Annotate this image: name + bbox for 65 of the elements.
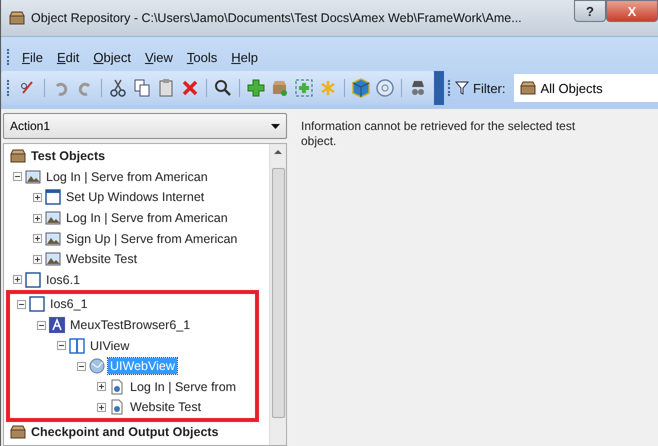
tree-item[interactable]: Website Test [128, 399, 204, 416]
info-message: Information cannot be retrieved for the selected test object. [301, 119, 576, 149]
menu-item[interactable]: View [138, 48, 179, 66]
tree-item[interactable]: Log In | Serve from [128, 378, 238, 395]
help-button[interactable]: ? [574, 0, 606, 22]
tree-item[interactable]: MeuxTestBrowser6_1 [68, 317, 192, 334]
app-icon [49, 317, 65, 334]
delete-icon[interactable] [180, 78, 200, 98]
cube-icon[interactable] [351, 78, 371, 98]
document-icon [109, 378, 125, 395]
image-icon [45, 230, 61, 247]
tree-item[interactable]: Log In | Serve from American [44, 168, 210, 185]
expand-icon[interactable] [13, 275, 22, 284]
repository-icon [10, 149, 26, 164]
menu-item[interactable]: Help [225, 48, 264, 66]
window-title: Object Repository - C:\Users\Jamo\Documents\Test Docs\Amex Web\FrameWork\Ame... [31, 11, 523, 25]
filter-icon [455, 81, 469, 95]
cut-icon[interactable] [108, 78, 128, 98]
collapse-icon[interactable] [13, 172, 22, 182]
tree-item[interactable]: Log In | Serve from American [64, 210, 230, 226]
tree-item[interactable]: Website Test [64, 251, 140, 268]
box-icon[interactable] [270, 78, 290, 98]
repository-icon [9, 11, 25, 25]
add-object-icon[interactable] [294, 78, 314, 98]
document-icon [109, 399, 125, 416]
image-icon [25, 168, 41, 185]
tree-item[interactable]: UIView [88, 338, 132, 354]
collapse-icon[interactable] [37, 320, 46, 330]
window-icon [25, 272, 41, 288]
expand-icon[interactable] [33, 214, 42, 223]
add-icon[interactable] [246, 78, 266, 98]
tree-item[interactable]: Sign Up | Serve from American [64, 230, 240, 247]
collapse-icon[interactable] [77, 362, 86, 371]
tree-item[interactable]: Ios6.1 [44, 272, 82, 288]
expand-icon[interactable] [33, 254, 42, 264]
tree-root[interactable]: Checkpoint and Output Objects [29, 424, 221, 440]
target-icon[interactable] [375, 78, 395, 98]
action-dropdown[interactable]: Action1 [3, 113, 287, 139]
image-icon [45, 251, 61, 268]
scrollbar[interactable] [269, 144, 286, 445]
collapse-icon[interactable] [57, 341, 66, 350]
tree-root[interactable]: Test Objects [29, 148, 108, 164]
menu-item[interactable]: Object [87, 48, 137, 66]
globe-icon [89, 358, 105, 374]
repository-icon [10, 425, 26, 440]
menu-item[interactable]: Edit [50, 48, 86, 66]
collapse-icon[interactable] [17, 300, 26, 309]
expand-icon[interactable] [33, 234, 42, 244]
expand-icon[interactable] [33, 192, 42, 202]
filter-label: Filter: [473, 80, 506, 96]
repository-icon [520, 81, 536, 95]
copy-icon[interactable] [132, 78, 152, 98]
menu-item[interactable]: Tools [180, 48, 224, 66]
expand-icon[interactable] [97, 402, 106, 412]
tree-item[interactable]: Ios6_1 [48, 296, 90, 312]
image-icon [45, 210, 61, 226]
menu-item[interactable]: File [16, 48, 49, 66]
search-icon[interactable] [213, 78, 233, 98]
caret-icon [271, 124, 280, 128]
window-icon [45, 189, 61, 206]
expand-icon[interactable] [97, 382, 106, 392]
filter-dropdown[interactable]: All Objects [514, 74, 658, 102]
view-icon [69, 338, 85, 354]
tree-item[interactable]: Set Up Windows Internet [64, 189, 206, 206]
window-icon [29, 296, 45, 312]
